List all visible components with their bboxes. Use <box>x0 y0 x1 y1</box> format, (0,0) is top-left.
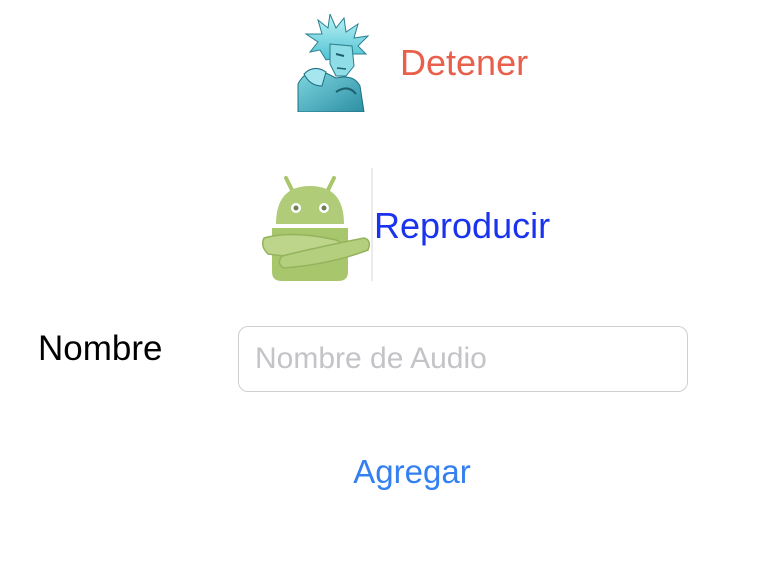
play-button-label[interactable]: Reproducir <box>374 207 550 244</box>
android-robot-icon[interactable] <box>262 168 374 281</box>
audio-name-input[interactable] <box>238 326 688 392</box>
stop-button[interactable]: Detener <box>296 14 528 112</box>
name-label: Nombre <box>38 329 163 368</box>
play-button[interactable]: Reproducir <box>262 168 550 281</box>
add-button[interactable]: Agregar <box>0 455 778 488</box>
stop-button-label[interactable]: Detener <box>400 45 528 81</box>
stop-character-icon[interactable] <box>296 14 372 112</box>
